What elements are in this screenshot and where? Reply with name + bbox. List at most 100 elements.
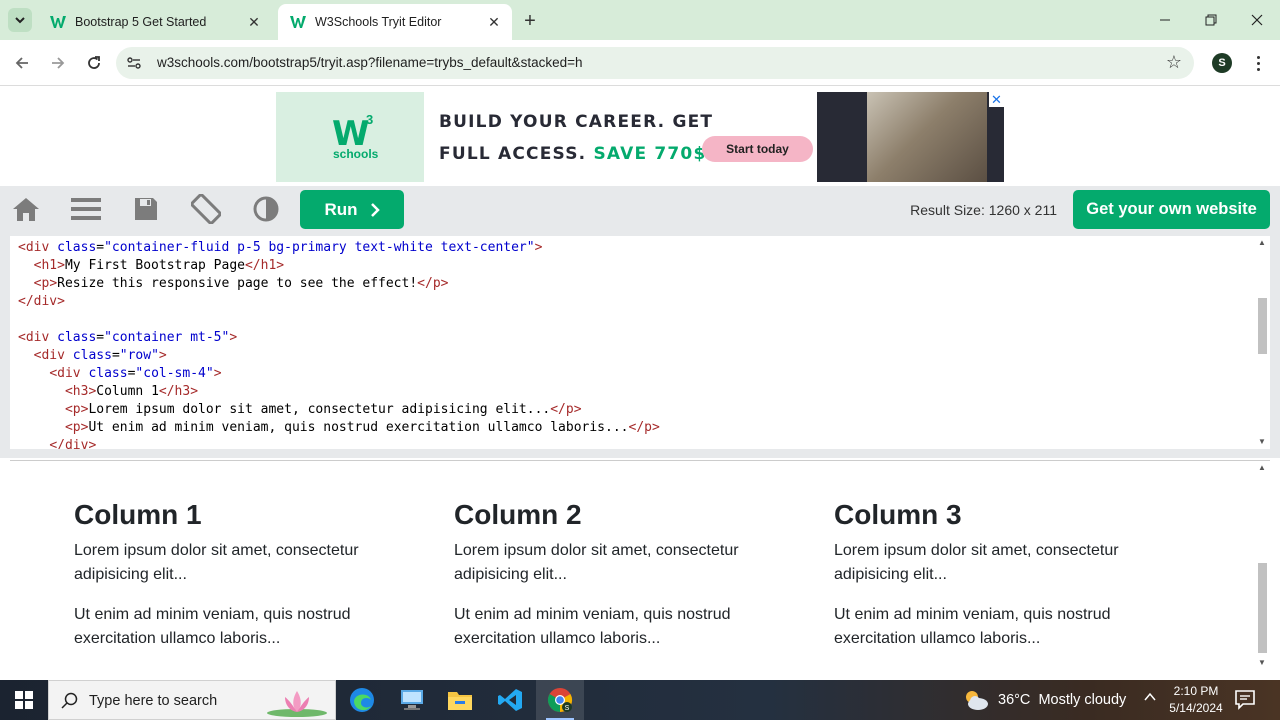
column-paragraph: Lorem ipsum dolor sit amet, consectetur …: [454, 542, 739, 583]
start-today-button[interactable]: Start today: [702, 136, 813, 162]
menu-button[interactable]: [71, 194, 101, 224]
omnibox[interactable]: w3schools.com/bootstrap5/tryit.asp?filen…: [116, 47, 1194, 79]
home-button[interactable]: [11, 194, 41, 224]
show-hidden-icons-button[interactable]: [1140, 690, 1160, 710]
close-icon[interactable]: ✕: [486, 14, 502, 30]
forward-button[interactable]: [46, 51, 70, 75]
browser-menu-button[interactable]: [1248, 52, 1268, 74]
result-scrollbar[interactable]: ▲ ▼: [1254, 461, 1270, 670]
home-icon: [13, 198, 39, 221]
tab-title: W3Schools Tryit Editor: [315, 15, 442, 29]
minimize-button[interactable]: [1142, 0, 1188, 40]
run-label: Run: [324, 199, 358, 219]
url-text[interactable]: w3schools.com/bootstrap5/tryit.asp?filen…: [157, 55, 582, 70]
column-heading: Column 1: [74, 499, 202, 530]
ad-photo: [817, 92, 1004, 182]
taskbar-search[interactable]: Type here to search: [48, 680, 336, 720]
scroll-down-icon[interactable]: ▼: [1254, 656, 1270, 670]
lotus-flower-icon: [267, 691, 327, 717]
editor-container: <div class="container-fluid p-5 bg-prima…: [0, 232, 1280, 458]
column-paragraph: Ut enim ad minim veniam, quis nostrud ex…: [454, 606, 731, 647]
result-column-1: Column 1 Lorem ipsum dolor sit amet, con…: [74, 499, 414, 667]
result-size-label: Result Size: 1260 x 211: [910, 202, 1057, 218]
editor-scrollbar[interactable]: ▲ ▼: [1254, 236, 1270, 449]
column-paragraph: Ut enim ad minim veniam, quis nostrud ex…: [74, 606, 351, 647]
reload-button[interactable]: [82, 51, 106, 75]
partly-cloudy-icon: [966, 691, 988, 710]
w3schools-icon: [290, 14, 306, 30]
start-button[interactable]: [0, 680, 48, 720]
save-button[interactable]: [131, 194, 161, 224]
chevron-up-icon: [1144, 692, 1156, 701]
windows-logo-icon: [15, 691, 33, 709]
column-heading: Column 2: [454, 499, 582, 530]
clock-date: 5/14/2024: [1169, 701, 1223, 715]
scroll-up-icon[interactable]: ▲: [1254, 461, 1270, 475]
chrome-icon[interactable]: S: [536, 680, 584, 720]
scroll-down-icon[interactable]: ▼: [1254, 435, 1270, 449]
svg-text:S: S: [565, 705, 570, 712]
result-column-2: Column 2 Lorem ipsum dolor sit amet, con…: [454, 499, 794, 667]
tab-tryit-editor[interactable]: W3Schools Tryit Editor ✕: [278, 4, 512, 40]
dark-mode-button[interactable]: [251, 194, 281, 224]
code-line[interactable]: <h1>My First Bootstrap Page</h1>: [18, 257, 660, 275]
tab-strip: Bootstrap 5 Get Started ✕ W3Schools Tryi…: [0, 0, 1280, 40]
ad-close-icon[interactable]: ✕: [989, 92, 1004, 107]
chevron-right-icon: [370, 202, 380, 217]
edge-icon[interactable]: [338, 680, 386, 720]
new-tab-button[interactable]: +: [518, 10, 542, 34]
arrow-left-icon: [15, 57, 28, 69]
code-line[interactable]: <p>Resize this responsive page to see th…: [18, 275, 660, 293]
code-line[interactable]: <div class="row">: [18, 347, 660, 365]
code-line[interactable]: </div>: [18, 437, 660, 449]
code-line[interactable]: <p>Ut enim ad minim veniam, quis nostrud…: [18, 419, 660, 437]
chevron-down-icon: [15, 17, 25, 24]
windows-taskbar: Type here to search S 36°C Mostly cloudy…: [0, 680, 1280, 720]
code-line[interactable]: <h3>Column 1</h3>: [18, 383, 660, 401]
tryit-toolbar: Run Result Size: 1260 x 211 Get your own…: [0, 186, 1280, 232]
back-button[interactable]: [10, 51, 34, 75]
system-clock[interactable]: 2:10 PM 5/14/2024: [1162, 683, 1230, 717]
code-line[interactable]: <div class="col-sm-4">: [18, 365, 660, 383]
vscode-icon[interactable]: [486, 680, 534, 720]
restore-button[interactable]: [1188, 0, 1234, 40]
scroll-thumb[interactable]: [1258, 298, 1267, 354]
w3schools-logo: W 3 schools: [276, 92, 424, 182]
file-explorer-icon[interactable]: [436, 680, 484, 720]
scroll-up-icon[interactable]: ▲: [1254, 236, 1270, 250]
get-your-own-website-button[interactable]: Get your own website: [1073, 190, 1270, 229]
scroll-thumb[interactable]: [1258, 563, 1267, 653]
hamburger-icon: [71, 198, 101, 220]
address-toolbar: w3schools.com/bootstrap5/tryit.asp?filen…: [0, 40, 1280, 86]
code-line[interactable]: </div>: [18, 293, 660, 311]
tab-search-button[interactable]: [8, 8, 32, 32]
network-app-icon[interactable]: [388, 680, 436, 720]
bookmark-star-icon[interactable]: ☆: [1166, 52, 1182, 73]
contrast-icon: [253, 196, 279, 222]
code-line[interactable]: <p>Lorem ipsum dolor sit amet, consectet…: [18, 401, 660, 419]
result-frame: Column 1 Lorem ipsum dolor sit amet, con…: [10, 460, 1270, 670]
code-line[interactable]: <div class="container-fluid p-5 bg-prima…: [18, 239, 660, 257]
window-close-button[interactable]: [1234, 0, 1280, 40]
close-icon[interactable]: ✕: [246, 14, 262, 30]
ad-headline-1: BUILD YOUR CAREER. GET: [439, 112, 714, 132]
column-paragraph: Ut enim ad minim veniam, quis nostrud ex…: [834, 606, 1111, 647]
result-column-3: Column 3 Lorem ipsum dolor sit amet, con…: [834, 499, 1174, 667]
code-editor[interactable]: <div class="container-fluid p-5 bg-prima…: [10, 236, 1270, 449]
close-icon: [1251, 14, 1263, 26]
tab-bootstrap-get-started[interactable]: Bootstrap 5 Get Started ✕: [38, 4, 272, 40]
tab-title: Bootstrap 5 Get Started: [75, 15, 207, 29]
advertisement-banner[interactable]: W 3 schools BUILD YOUR CAREER. GET FULL …: [276, 92, 1004, 182]
ad-headline-2: FULL ACCESS. SAVE 770$: [439, 144, 707, 164]
rotate-layout-button[interactable]: [191, 194, 221, 224]
ad-area: W 3 schools BUILD YOUR CAREER. GET FULL …: [0, 87, 1280, 186]
profile-avatar[interactable]: S: [1212, 53, 1232, 73]
run-button[interactable]: Run: [300, 190, 404, 229]
weather-widget[interactable]: 36°C Mostly cloudy: [962, 680, 1126, 720]
code-lines[interactable]: <div class="container-fluid p-5 bg-prima…: [18, 239, 660, 449]
site-settings-icon[interactable]: [126, 55, 142, 71]
code-line[interactable]: [18, 311, 660, 329]
notification-center-button[interactable]: [1234, 688, 1260, 712]
code-line[interactable]: <div class="container mt-5">: [18, 329, 660, 347]
notification-icon: [1235, 690, 1255, 710]
